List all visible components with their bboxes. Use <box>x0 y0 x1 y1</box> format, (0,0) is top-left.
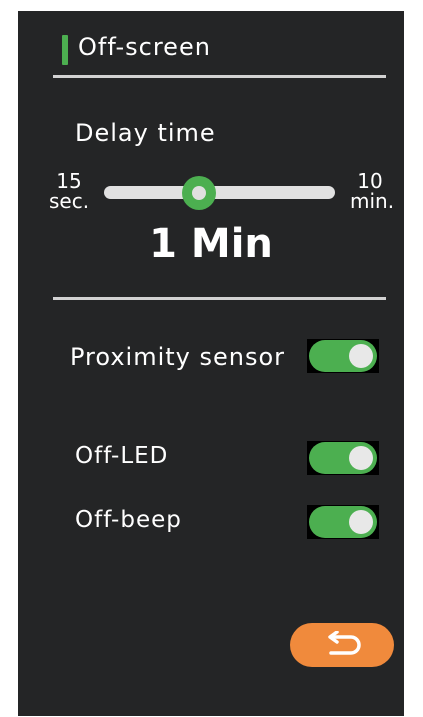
divider-top <box>53 75 386 78</box>
delay-slider-track[interactable] <box>104 186 335 199</box>
return-arrow-icon <box>328 631 361 655</box>
proximity-sensor-toggle[interactable] <box>307 339 379 373</box>
off-beep-label: Off-beep <box>75 507 182 533</box>
slider-min-unit: sec. <box>49 189 90 213</box>
off-led-toggle[interactable] <box>307 441 379 475</box>
delay-value-display: 1 Min <box>149 221 273 267</box>
slider-max-unit: min. <box>350 189 395 213</box>
slider-min-value: 15 <box>56 169 82 193</box>
off-led-label: Off-LED <box>75 443 169 469</box>
slider-max-value: 10 <box>357 169 383 193</box>
divider-middle <box>53 297 386 300</box>
back-button[interactable] <box>290 623 394 667</box>
slider-min-label: 15 sec. <box>49 171 89 211</box>
toggle-knob <box>349 510 373 534</box>
off-beep-toggle[interactable] <box>307 505 379 539</box>
toggle-knob <box>349 446 373 470</box>
delay-slider-thumb[interactable] <box>181 176 216 210</box>
slider-max-label: 10 min. <box>350 169 395 213</box>
off-screen-settings-panel: Off-screen Delay time 15 sec. 10 min. 1 … <box>18 11 404 716</box>
title-accent-bar <box>62 35 68 65</box>
delay-time-label: Delay time <box>75 119 216 147</box>
toggle-knob <box>349 344 373 368</box>
page-title: Off-screen <box>78 33 211 61</box>
proximity-sensor-label: Proximity sensor <box>70 343 286 371</box>
